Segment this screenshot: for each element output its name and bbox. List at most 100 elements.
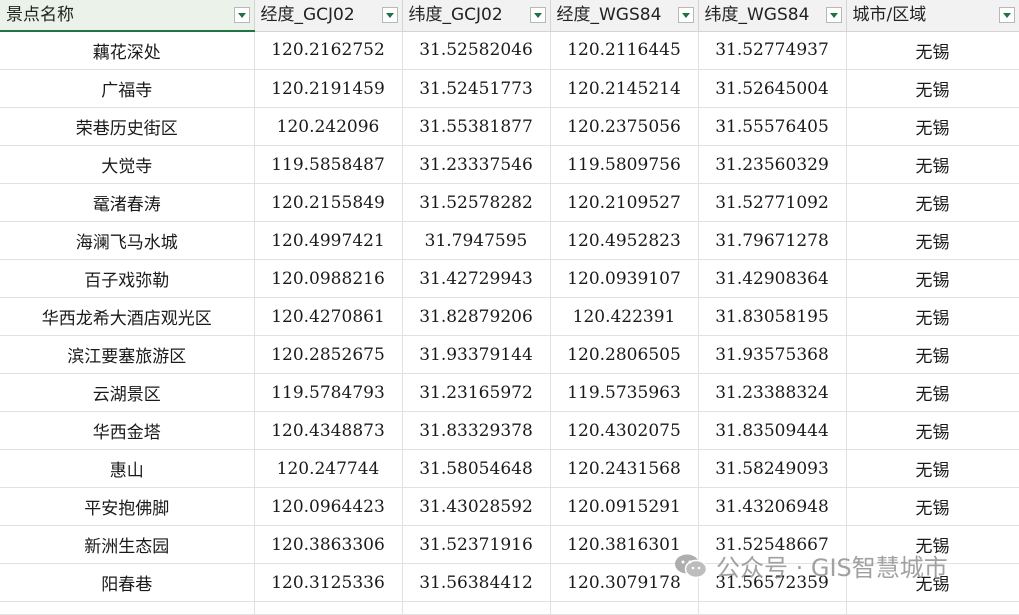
table-cell[interactable]: 31.52774937 — [698, 31, 847, 70]
filter-dropdown-icon[interactable] — [529, 7, 546, 23]
table-cell[interactable]: 31.58054648 — [402, 449, 551, 488]
table-cell[interactable]: 120.2806505 — [550, 335, 699, 374]
table-cell[interactable]: 31.56384412 — [402, 563, 551, 602]
table-cell[interactable]: 无锡 — [846, 487, 1019, 526]
table-cell[interactable]: 无锡 — [846, 449, 1019, 488]
table-cell[interactable]: 滨江要塞旅游区 — [0, 335, 255, 374]
table-cell[interactable]: 31.93575368 — [698, 335, 847, 374]
table-cell[interactable]: 31.23165972 — [402, 373, 551, 412]
table-cell[interactable]: 120.2155849 — [254, 183, 403, 222]
table-cell[interactable]: 31.52548667 — [698, 525, 847, 564]
table-cell[interactable]: 31.52771092 — [698, 183, 847, 222]
table-cell[interactable]: 120.3863306 — [254, 525, 403, 564]
table-cell[interactable]: 31.82879206 — [402, 297, 551, 336]
table-cell[interactable]: 120.3125336 — [254, 563, 403, 602]
table-cell[interactable]: 无锡 — [846, 31, 1019, 70]
table-cell[interactable]: 广福寺 — [0, 69, 255, 108]
column-header-lng-wgs84[interactable]: 经度_WGS84 — [550, 0, 699, 32]
table-cell[interactable]: 31.7947595 — [402, 221, 551, 260]
column-header-city[interactable]: 城市/区域 — [846, 0, 1019, 32]
table-cell[interactable]: 120.2431568 — [550, 449, 699, 488]
table-cell[interactable]: 119.5809756 — [550, 145, 699, 184]
table-cell[interactable]: 无锡 — [846, 69, 1019, 108]
table-cell[interactable]: 31.52371916 — [402, 525, 551, 564]
table-cell[interactable]: 无锡 — [846, 411, 1019, 450]
table-cell[interactable]: 31.58249093 — [698, 449, 847, 488]
table-cell[interactable] — [846, 601, 1019, 615]
table-cell[interactable]: 百子戏弥勒 — [0, 259, 255, 298]
table-cell[interactable]: 藕花深处 — [0, 31, 255, 70]
table-cell[interactable]: 平安抱佛脚 — [0, 487, 255, 526]
table-cell[interactable]: 120.247744 — [254, 449, 403, 488]
table-cell[interactable]: 120.2145214 — [550, 69, 699, 108]
table-cell[interactable]: 无锡 — [846, 107, 1019, 146]
table-cell[interactable]: 31.23388324 — [698, 373, 847, 412]
table-cell[interactable]: 31.93379144 — [402, 335, 551, 374]
table-cell[interactable]: 31.83329378 — [402, 411, 551, 450]
table-cell[interactable] — [550, 601, 699, 615]
table-cell[interactable]: 荣巷历史街区 — [0, 107, 255, 146]
column-header-lng-gcj02[interactable]: 经度_GCJ02 — [254, 0, 403, 32]
table-cell[interactable]: 120.4348873 — [254, 411, 403, 450]
table-cell[interactable]: 31.43028592 — [402, 487, 551, 526]
table-cell[interactable]: 120.0988216 — [254, 259, 403, 298]
table-cell[interactable] — [402, 601, 551, 615]
table-cell[interactable]: 31.42729943 — [402, 259, 551, 298]
table-cell[interactable]: 无锡 — [846, 563, 1019, 602]
table-cell[interactable]: 无锡 — [846, 525, 1019, 564]
table-cell[interactable]: 120.4952823 — [550, 221, 699, 260]
table-cell[interactable]: 31.56572359 — [698, 563, 847, 602]
table-cell[interactable]: 31.43206948 — [698, 487, 847, 526]
table-cell[interactable]: 鼋渚春涛 — [0, 183, 255, 222]
table-cell[interactable]: 华西金塔 — [0, 411, 255, 450]
table-cell[interactable]: 无锡 — [846, 259, 1019, 298]
table-cell[interactable]: 120.0939107 — [550, 259, 699, 298]
table-cell[interactable]: 120.2375056 — [550, 107, 699, 146]
table-cell[interactable]: 无锡 — [846, 221, 1019, 260]
table-cell[interactable]: 大觉寺 — [0, 145, 255, 184]
table-cell[interactable]: 31.52578282 — [402, 183, 551, 222]
filter-dropdown-icon[interactable] — [381, 7, 398, 23]
table-cell[interactable]: 120.4302075 — [550, 411, 699, 450]
table-cell[interactable]: 120.2852675 — [254, 335, 403, 374]
table-cell[interactable]: 无锡 — [846, 373, 1019, 412]
filter-dropdown-icon[interactable] — [233, 7, 250, 23]
table-cell[interactable]: 31.42908364 — [698, 259, 847, 298]
table-cell[interactable]: 120.3079178 — [550, 563, 699, 602]
table-cell[interactable]: 31.52645004 — [698, 69, 847, 108]
filter-dropdown-icon[interactable] — [677, 7, 694, 23]
table-cell[interactable]: 120.4270861 — [254, 297, 403, 336]
table-cell[interactable]: 119.5858487 — [254, 145, 403, 184]
table-cell[interactable]: 120.242096 — [254, 107, 403, 146]
table-cell[interactable]: 无锡 — [846, 297, 1019, 336]
table-cell[interactable]: 120.4997421 — [254, 221, 403, 260]
table-cell[interactable] — [254, 601, 403, 615]
table-cell[interactable]: 120.2116445 — [550, 31, 699, 70]
table-cell[interactable]: 31.55576405 — [698, 107, 847, 146]
filter-dropdown-icon[interactable] — [998, 7, 1015, 23]
table-cell[interactable]: 阳春巷 — [0, 563, 255, 602]
table-cell[interactable] — [0, 601, 255, 615]
table-cell[interactable]: 无锡 — [846, 335, 1019, 374]
table-cell[interactable]: 120.3816301 — [550, 525, 699, 564]
table-cell[interactable]: 华西龙希大酒店观光区 — [0, 297, 255, 336]
filter-dropdown-icon[interactable] — [825, 7, 842, 23]
table-cell[interactable]: 31.79671278 — [698, 221, 847, 260]
table-cell[interactable]: 云湖景区 — [0, 373, 255, 412]
table-cell[interactable]: 119.5784793 — [254, 373, 403, 412]
table-cell[interactable]: 31.52582046 — [402, 31, 551, 70]
column-header-scenic-name[interactable]: 景点名称 — [0, 0, 255, 32]
table-cell[interactable]: 惠山 — [0, 449, 255, 488]
table-cell[interactable]: 海澜飞马水城 — [0, 221, 255, 260]
table-cell[interactable]: 新洲生态园 — [0, 525, 255, 564]
table-cell[interactable]: 120.422391 — [550, 297, 699, 336]
table-cell[interactable]: 31.23337546 — [402, 145, 551, 184]
table-cell[interactable]: 120.2191459 — [254, 69, 403, 108]
table-cell[interactable]: 120.0915291 — [550, 487, 699, 526]
table-cell[interactable]: 31.83058195 — [698, 297, 847, 336]
table-cell[interactable]: 无锡 — [846, 183, 1019, 222]
column-header-lat-wgs84[interactable]: 纬度_WGS84 — [698, 0, 847, 32]
table-cell[interactable]: 无锡 — [846, 145, 1019, 184]
table-cell[interactable]: 31.55381877 — [402, 107, 551, 146]
table-cell[interactable]: 120.0964423 — [254, 487, 403, 526]
